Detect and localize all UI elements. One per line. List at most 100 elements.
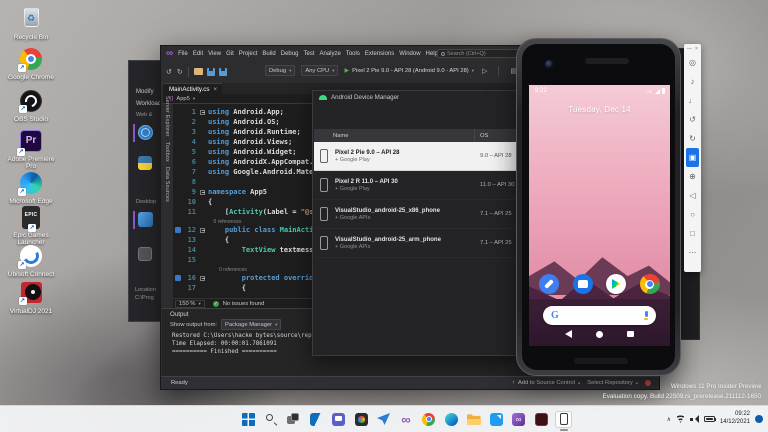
android-overview-icon[interactable]	[627, 331, 634, 338]
rotate-left-button[interactable]: ↺	[684, 110, 701, 129]
fold-icon[interactable]	[200, 228, 205, 233]
battery-tray-icon[interactable]	[704, 416, 715, 422]
minimize-icon[interactable]: —	[687, 46, 692, 52]
messages-app-icon[interactable]	[573, 274, 593, 294]
vs-installer-taskbar-icon[interactable]: ∞	[510, 411, 527, 428]
redo-icon[interactable]: ↻	[177, 68, 183, 76]
chat-taskbar-icon[interactable]	[330, 411, 347, 428]
fold-icon[interactable]	[200, 276, 205, 281]
save-all-icon[interactable]	[219, 68, 227, 76]
power-button[interactable]: ◎	[684, 53, 701, 72]
photos-taskbar-icon[interactable]	[353, 411, 370, 428]
media-app-taskbar-icon[interactable]	[533, 411, 550, 428]
device-row[interactable]: Pixel 2 Pie 9.0 – API 28+ Google Play9.0…	[314, 142, 519, 171]
android-device-manager-window: Android Device Manager Name OS Pixel 2 P…	[312, 90, 521, 356]
android-emulator-taskbar-icon[interactable]	[555, 411, 572, 428]
edge-taskbar-icon[interactable]	[443, 411, 460, 428]
chrome-app-icon[interactable]	[640, 274, 660, 294]
code-margin-icon[interactable]	[175, 275, 181, 281]
menu-tools[interactable]: Tools	[346, 51, 360, 57]
wifi-icon[interactable]	[676, 415, 685, 423]
web-workload-icon[interactable]	[138, 125, 153, 140]
start-taskbar-icon[interactable]	[240, 411, 257, 428]
desktop-icon-virtualdj[interactable]: ↗ VirtualDJ 2021	[2, 281, 60, 315]
file-explorer-taskbar-icon[interactable]	[465, 411, 482, 428]
editor-zoom-dropdown[interactable]: 150 %▾	[175, 300, 205, 308]
open-file-icon[interactable]	[194, 68, 203, 75]
vs-code-taskbar-icon[interactable]	[488, 411, 505, 428]
menu-git[interactable]: Git	[226, 51, 234, 57]
device-row[interactable]: VisualStudio_android-25_arm_phone+ Googl…	[314, 229, 519, 258]
desktop-icon-obs[interactable]: ↗ OBS Studio	[2, 89, 60, 123]
close-icon[interactable]: ×	[695, 46, 698, 52]
device-row[interactable]: Pixel 2 R 11.0 – API 30+ Google Play11.0…	[314, 171, 519, 200]
screenshot-button[interactable]: ▣	[686, 148, 699, 167]
menu-view[interactable]: View	[208, 51, 221, 57]
tray-chevron-up-icon[interactable]: ∧	[667, 416, 671, 423]
side-tab-server-explorer[interactable]: Server Explorer	[164, 96, 170, 137]
solution-config-dropdown[interactable]: Debug▾	[265, 65, 295, 76]
save-icon[interactable]	[207, 68, 215, 76]
desktop-icon-premiere[interactable]: Pr↗ Adobe Premiere Pro	[2, 129, 60, 171]
menu-extensions[interactable]: Extensions	[365, 51, 394, 57]
menu-edit[interactable]: Edit	[193, 51, 203, 57]
add-to-source-control-button[interactable]: ↑ Add to Source Control ▴	[512, 380, 580, 386]
column-divider[interactable]	[474, 129, 475, 142]
desktop-icon-recycle-bin[interactable]: ♻ Recycle Bin	[2, 6, 60, 41]
volume-up-button[interactable]: ♪	[684, 72, 701, 91]
volume-down-button[interactable]: ♩	[684, 91, 701, 110]
tab-mainactivity[interactable]: MainActivity.cs ×	[163, 83, 222, 94]
mic-icon[interactable]	[644, 311, 648, 320]
solution-platform-dropdown[interactable]: Any CPU▾	[301, 65, 338, 76]
desktop-workload-icon[interactable]	[138, 212, 153, 227]
menu-file[interactable]: File	[178, 51, 188, 57]
dm-col-os[interactable]: OS	[480, 133, 488, 139]
mail-taskbar-icon[interactable]	[375, 411, 392, 428]
more-button[interactable]: ⋯	[684, 243, 701, 262]
google-search-bar[interactable]: G	[543, 306, 656, 325]
menu-test[interactable]: Test	[303, 51, 314, 57]
play-store-app-icon[interactable]	[606, 274, 626, 294]
android-back-icon[interactable]	[565, 330, 572, 338]
speaker-icon[interactable]	[690, 415, 699, 424]
output-source-dropdown[interactable]: Package Manager▾	[221, 319, 281, 330]
overview-button[interactable]: □	[684, 224, 701, 243]
menu-debug[interactable]: Debug	[281, 51, 299, 57]
desktop-icon-edge[interactable]: ↗ Microsoft Edge	[2, 171, 60, 205]
android-home-icon[interactable]	[596, 331, 603, 338]
device-row[interactable]: VisualStudio_android-25_x86_phone+ Googl…	[314, 200, 519, 229]
desktop-icon-epic[interactable]: EPIC↗ Epic Games Launcher	[2, 206, 60, 247]
run-button[interactable]: ▶ Pixel 2 Pie 9.0 - API 28 (Android 9.0 …	[344, 67, 474, 74]
python-workload-icon[interactable]	[138, 156, 152, 170]
phone-screen[interactable]: 9:22 LTE Tuesday, Dec 14 G	[529, 85, 670, 346]
desktop-icon-chrome[interactable]: ↗ Google Chrome	[2, 47, 60, 81]
home-button[interactable]: ○	[684, 205, 701, 224]
close-icon[interactable]: ×	[213, 87, 217, 93]
widgets-taskbar-icon[interactable]	[308, 411, 325, 428]
run-without-debug-icon[interactable]: ▷	[482, 67, 487, 75]
side-tab-toolbox[interactable]: Toolbox	[164, 142, 170, 162]
zoom-button[interactable]: ⊕	[684, 167, 701, 186]
menu-build[interactable]: Build	[262, 51, 275, 57]
menu-analyze[interactable]: Analyze	[319, 51, 340, 57]
uwp-workload-icon[interactable]	[138, 247, 152, 261]
fold-icon[interactable]	[200, 190, 205, 195]
chrome-taskbar-icon[interactable]	[420, 411, 437, 428]
vs-search-box[interactable]: Search (Ctrl+Q)	[437, 49, 519, 58]
code-margin-icon[interactable]	[175, 227, 181, 233]
phone-app-icon[interactable]	[539, 274, 559, 294]
search-taskbar-icon[interactable]	[263, 411, 280, 428]
undo-icon[interactable]: ↺	[166, 68, 172, 76]
rotate-right-button[interactable]: ↻	[684, 129, 701, 148]
dm-col-name[interactable]: Name	[314, 133, 348, 139]
side-tab-data-sources[interactable]: Data Sources	[164, 167, 170, 202]
fold-icon[interactable]	[200, 110, 205, 115]
menu-window[interactable]: Window	[399, 51, 420, 57]
menu-project[interactable]: Project	[239, 51, 258, 57]
desktop-icon-ubisoft[interactable]: ↗ Ubisoft Connect	[2, 244, 60, 278]
notification-badge-icon[interactable]	[755, 415, 763, 423]
task-view-taskbar-icon[interactable]	[285, 411, 302, 428]
clock[interactable]: 09:22 14/12/2021	[720, 411, 750, 427]
visual-studio-taskbar-icon[interactable]: ∞	[398, 411, 415, 428]
back-button[interactable]: ◁	[684, 186, 701, 205]
